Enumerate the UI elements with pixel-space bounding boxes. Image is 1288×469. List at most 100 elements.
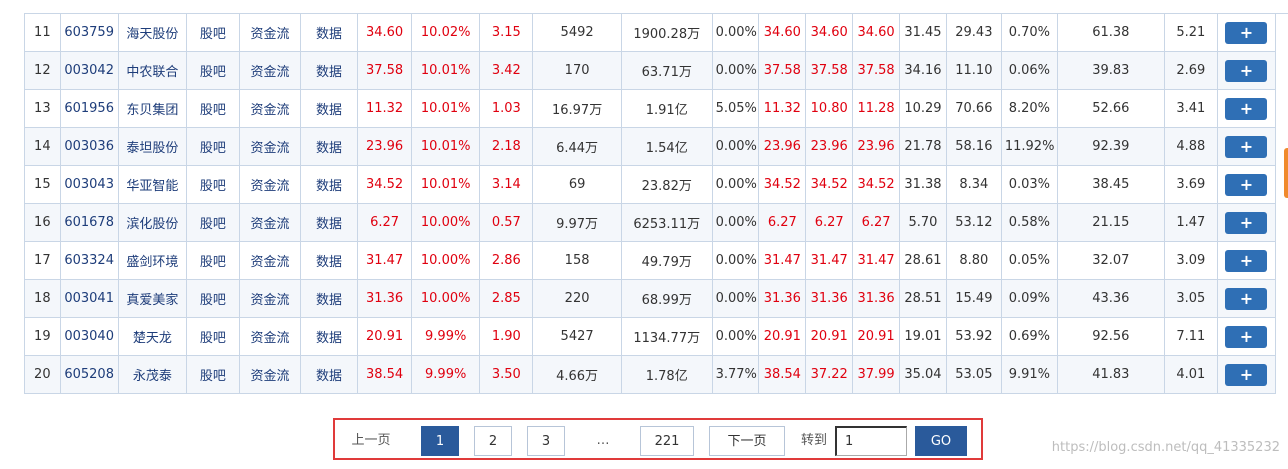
- data-link[interactable]: 数据: [300, 355, 359, 394]
- add-to-watchlist-button[interactable]: +: [1225, 135, 1268, 158]
- stock-name-link-text[interactable]: 楚天龙: [133, 331, 172, 346]
- stock-name-link[interactable]: 滨化股份: [117, 203, 187, 242]
- fund-flow-link[interactable]: 资金流: [238, 89, 302, 128]
- fund-flow-link-text[interactable]: 资金流: [250, 217, 289, 232]
- go-button[interactable]: GO: [915, 426, 967, 456]
- stock-code-link[interactable]: 003043: [59, 165, 119, 204]
- guba-link-text[interactable]: 股吧: [200, 293, 226, 308]
- data-link-text[interactable]: 数据: [316, 141, 342, 156]
- stock-code-link-text[interactable]: 605208: [64, 367, 114, 382]
- fund-flow-link[interactable]: 资金流: [238, 355, 302, 394]
- data-link[interactable]: 数据: [300, 241, 359, 280]
- data-link[interactable]: 数据: [300, 279, 359, 318]
- stock-name-link-text[interactable]: 泰坦股份: [126, 141, 178, 156]
- stock-name-link[interactable]: 楚天龙: [117, 317, 187, 356]
- add-to-watchlist-button[interactable]: +: [1225, 287, 1268, 310]
- stock-name-link-text[interactable]: 真爱美家: [126, 293, 178, 308]
- stock-name-link[interactable]: 真爱美家: [117, 279, 187, 318]
- stock-name-link-text[interactable]: 华亚智能: [126, 179, 178, 194]
- guba-link[interactable]: 股吧: [185, 13, 240, 52]
- fund-flow-link-text[interactable]: 资金流: [250, 331, 289, 346]
- stock-name-link-text[interactable]: 东贝集团: [126, 103, 178, 118]
- page-2-button[interactable]: 2: [474, 426, 512, 456]
- stock-code-link-text[interactable]: 003036: [64, 139, 114, 154]
- guba-link[interactable]: 股吧: [185, 165, 240, 204]
- data-link-text[interactable]: 数据: [316, 293, 342, 308]
- stock-code-link[interactable]: 003042: [59, 51, 119, 90]
- fund-flow-link-text[interactable]: 资金流: [250, 369, 289, 384]
- data-link[interactable]: 数据: [300, 89, 359, 128]
- guba-link-text[interactable]: 股吧: [200, 141, 226, 156]
- guba-link-text[interactable]: 股吧: [200, 217, 226, 232]
- fund-flow-link-text[interactable]: 资金流: [250, 27, 289, 42]
- data-link[interactable]: 数据: [300, 13, 359, 52]
- guba-link[interactable]: 股吧: [185, 203, 240, 242]
- data-link[interactable]: 数据: [300, 127, 359, 166]
- stock-name-link[interactable]: 海天股份: [117, 13, 187, 52]
- fund-flow-link-text[interactable]: 资金流: [250, 255, 289, 270]
- stock-code-link[interactable]: 003040: [59, 317, 119, 356]
- stock-code-link[interactable]: 601678: [59, 203, 119, 242]
- data-link-text[interactable]: 数据: [316, 103, 342, 118]
- stock-name-link[interactable]: 东贝集团: [117, 89, 187, 128]
- add-to-watchlist-button[interactable]: +: [1225, 173, 1268, 196]
- stock-name-link-text[interactable]: 中农联合: [126, 65, 178, 80]
- stock-name-link[interactable]: 泰坦股份: [117, 127, 187, 166]
- data-link[interactable]: 数据: [300, 165, 359, 204]
- stock-name-link-text[interactable]: 海天股份: [126, 27, 178, 42]
- fund-flow-link[interactable]: 资金流: [238, 317, 302, 356]
- fund-flow-link[interactable]: 资金流: [238, 51, 302, 90]
- stock-code-link[interactable]: 605208: [59, 355, 119, 394]
- stock-code-link[interactable]: 603324: [59, 241, 119, 280]
- side-float-tab[interactable]: [1284, 148, 1288, 198]
- jump-page-input[interactable]: [835, 426, 907, 456]
- stock-code-link-text[interactable]: 003040: [64, 329, 114, 344]
- data-link-text[interactable]: 数据: [316, 255, 342, 270]
- data-link-text[interactable]: 数据: [316, 27, 342, 42]
- fund-flow-link[interactable]: 资金流: [238, 203, 302, 242]
- stock-code-link-text[interactable]: 003043: [64, 177, 114, 192]
- guba-link-text[interactable]: 股吧: [200, 369, 226, 384]
- page-last-button[interactable]: 221: [640, 426, 694, 456]
- fund-flow-link[interactable]: 资金流: [238, 165, 302, 204]
- add-to-watchlist-button[interactable]: +: [1225, 21, 1268, 44]
- add-to-watchlist-button[interactable]: +: [1225, 211, 1268, 234]
- fund-flow-link[interactable]: 资金流: [238, 127, 302, 166]
- stock-name-link-text[interactable]: 滨化股份: [126, 217, 178, 232]
- data-link-text[interactable]: 数据: [316, 331, 342, 346]
- fund-flow-link[interactable]: 资金流: [238, 241, 302, 280]
- prev-page-link[interactable]: 上一页: [335, 426, 407, 456]
- guba-link-text[interactable]: 股吧: [200, 65, 226, 80]
- fund-flow-link-text[interactable]: 资金流: [250, 141, 289, 156]
- data-link-text[interactable]: 数据: [316, 369, 342, 384]
- stock-code-link[interactable]: 601956: [59, 89, 119, 128]
- data-link-text[interactable]: 数据: [316, 179, 342, 194]
- next-page-button[interactable]: 下一页: [709, 426, 785, 456]
- guba-link-text[interactable]: 股吧: [200, 179, 226, 194]
- data-link[interactable]: 数据: [300, 317, 359, 356]
- guba-link[interactable]: 股吧: [185, 279, 240, 318]
- add-to-watchlist-button[interactable]: +: [1225, 249, 1268, 272]
- stock-name-link-text[interactable]: 永茂泰: [133, 369, 172, 384]
- add-to-watchlist-button[interactable]: +: [1225, 97, 1268, 120]
- guba-link[interactable]: 股吧: [185, 127, 240, 166]
- page-1-button[interactable]: 1: [421, 426, 459, 456]
- stock-name-link[interactable]: 中农联合: [117, 51, 187, 90]
- fund-flow-link-text[interactable]: 资金流: [250, 293, 289, 308]
- stock-code-link-text[interactable]: 603324: [64, 253, 114, 268]
- stock-code-link-text[interactable]: 003041: [64, 291, 114, 306]
- stock-code-link-text[interactable]: 601956: [64, 101, 114, 116]
- stock-code-link-text[interactable]: 601678: [64, 215, 114, 230]
- stock-name-link[interactable]: 盛剑环境: [117, 241, 187, 280]
- stock-code-link[interactable]: 003036: [59, 127, 119, 166]
- stock-name-link-text[interactable]: 盛剑环境: [126, 255, 178, 270]
- add-to-watchlist-button[interactable]: +: [1225, 363, 1268, 386]
- page-3-button[interactable]: 3: [527, 426, 565, 456]
- fund-flow-link[interactable]: 资金流: [238, 13, 302, 52]
- guba-link-text[interactable]: 股吧: [200, 103, 226, 118]
- fund-flow-link-text[interactable]: 资金流: [250, 65, 289, 80]
- data-link-text[interactable]: 数据: [316, 65, 342, 80]
- stock-code-link[interactable]: 003041: [59, 279, 119, 318]
- data-link[interactable]: 数据: [300, 51, 359, 90]
- stock-code-link[interactable]: 603759: [59, 13, 119, 52]
